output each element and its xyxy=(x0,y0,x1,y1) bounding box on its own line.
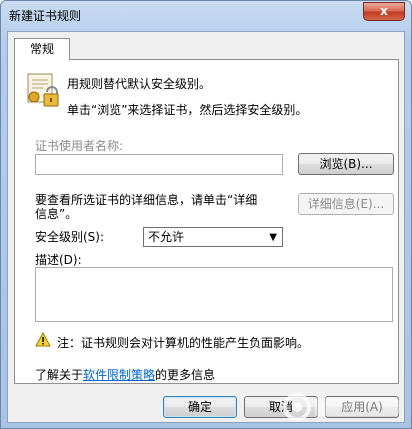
window-title: 新建证书规则 xyxy=(9,9,82,23)
security-level-dropdown[interactable]: 不允许 ▼ xyxy=(143,227,283,247)
close-icon: x xyxy=(380,4,388,18)
certificate-lock-icon xyxy=(27,73,59,107)
more-info-text: 了解关于软件限制策略的更多信息 xyxy=(35,366,215,383)
software-restriction-policy-link[interactable]: 软件限制策略 xyxy=(83,368,155,382)
details-button[interactable]: 详细信息(E)... xyxy=(298,193,394,215)
description-label: 描述(D): xyxy=(35,253,82,267)
intro-line-1: 用规则替代默认安全级别。 xyxy=(67,77,212,91)
warning-icon xyxy=(35,332,51,347)
dialog-window: 新建证书规则 x 常规 用规则替代默认安全级别。 单击“浏览”来选择证书，然后选… xyxy=(0,0,412,429)
close-button[interactable]: x xyxy=(363,2,405,21)
tab-general[interactable]: 常规 xyxy=(14,38,70,60)
cert-subject-input[interactable] xyxy=(35,154,283,175)
ok-button[interactable]: 确定 xyxy=(163,396,237,418)
intro-line-2: 单击“浏览”来选择证书，然后选择安全级别。 xyxy=(67,103,308,117)
dialog-client-area: 常规 用规则替代默认安全级别。 单击“浏览”来选择证书，然后选择安全级别。 证书… xyxy=(7,31,405,423)
security-level-value: 不允许 xyxy=(148,230,185,244)
performance-note: 注：证书规则会对计算机的性能产生负面影响。 xyxy=(57,336,310,350)
description-textarea[interactable] xyxy=(35,267,393,322)
more-info-prefix: 了解关于 xyxy=(35,368,84,382)
security-level-label: 安全级别(S): xyxy=(35,230,105,244)
general-tab-panel: 用规则替代默认安全级别。 单击“浏览”来选择证书，然后选择安全级别。 证书使用者… xyxy=(14,59,399,384)
title-bar[interactable]: 新建证书规则 x xyxy=(1,1,411,29)
chevron-down-icon: ▼ xyxy=(269,232,277,243)
more-info-suffix: 的更多信息 xyxy=(155,368,216,382)
browse-button[interactable]: 浏览(B)... xyxy=(298,153,394,175)
watermark-logo xyxy=(283,393,399,421)
details-text-line-2: 信息”。 xyxy=(35,207,78,221)
cert-subject-label: 证书使用者名称: xyxy=(35,139,124,153)
